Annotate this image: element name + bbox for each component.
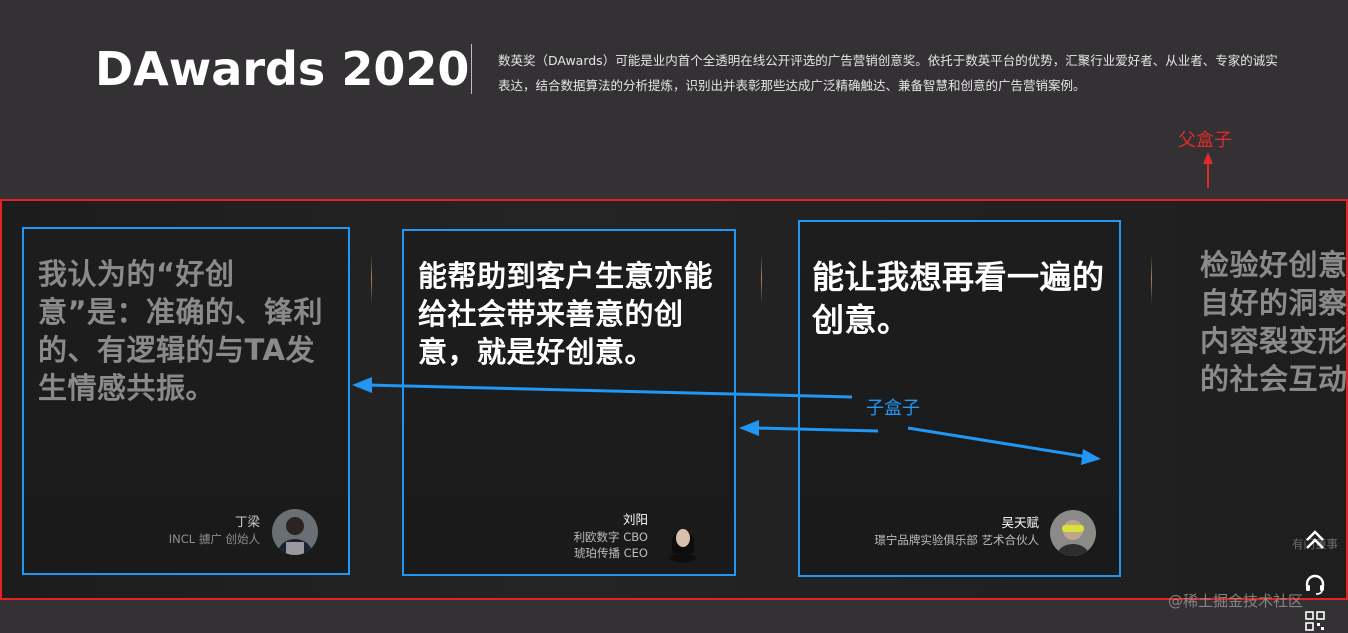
- qr-code-icon: [1305, 611, 1325, 631]
- annotation-arrows: [352, 377, 1101, 465]
- watermark: @稀土掘金技术社区: [1168, 592, 1304, 610]
- headset-icon: [1305, 574, 1325, 595]
- back-to-top-button[interactable]: [1293, 518, 1337, 562]
- double-chevron-up-icon: [1306, 530, 1324, 549]
- floating-toolbar: [1293, 518, 1337, 633]
